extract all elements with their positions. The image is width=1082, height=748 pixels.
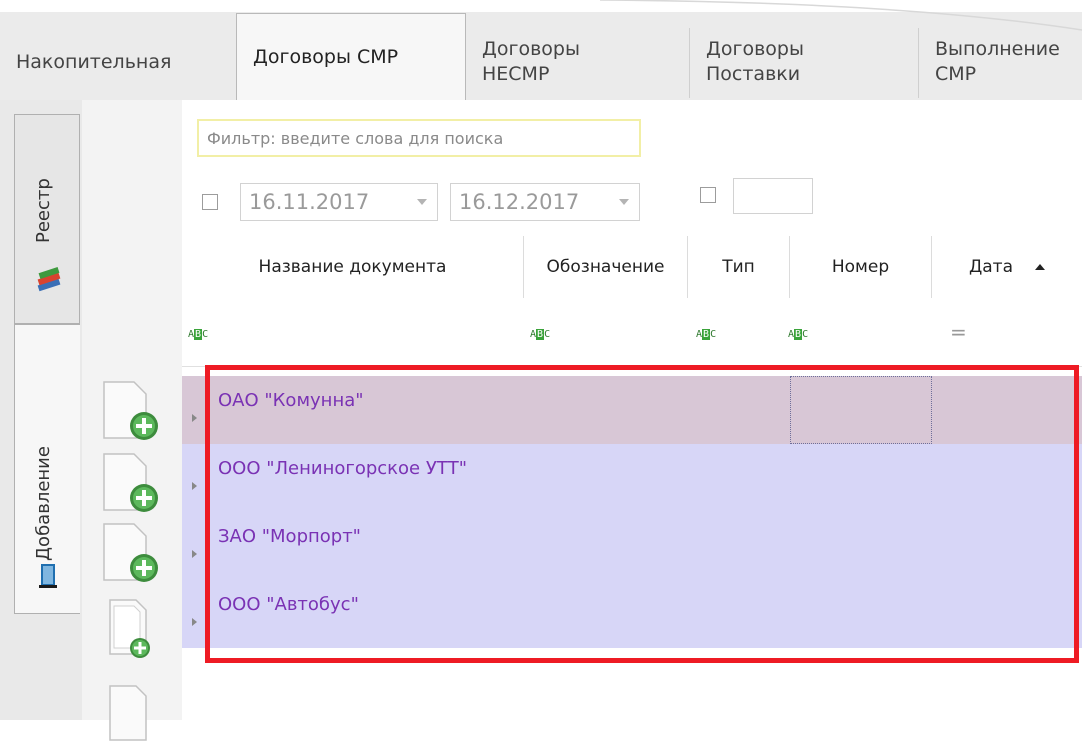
abc-filter-icon[interactable]: ABC (530, 329, 550, 340)
abc-filter-icon[interactable]: ABC (188, 329, 208, 340)
expand-row-icon[interactable] (192, 482, 197, 490)
tab-dogovory-smr[interactable]: Договоры СМР (236, 13, 466, 101)
table-row[interactable]: ОАО "Комунна" (182, 376, 1082, 444)
tab-label: Договоры СМР (253, 46, 399, 68)
window-top-strip (0, 0, 1082, 12)
row-document-name: ООО "Лениногорское УТТ" (218, 458, 468, 479)
date-filter-checkbox[interactable] (202, 194, 218, 210)
date-to-field[interactable]: 16.12.2017 (450, 183, 640, 221)
tab-dogovory-postavki[interactable]: Договоры Поставки (690, 24, 908, 100)
row-document-name: ЗАО "Морпорт" (218, 526, 361, 547)
chevron-down-icon[interactable] (619, 199, 629, 205)
column-header-label: Номер (831, 257, 890, 277)
tab-label: Выполнение СМР (935, 38, 1060, 85)
tab-nakopitelnaya[interactable]: Накопительная (0, 24, 234, 100)
equals-filter-icon[interactable]: = (950, 320, 967, 344)
row-document-name: ОАО "Комунна" (218, 390, 364, 411)
date-from-value: 16.11.2017 (249, 190, 370, 214)
table-row[interactable]: ООО "Лениногорское УТТ" (182, 444, 1082, 512)
extra-filter-input[interactable] (733, 178, 813, 214)
abc-filter-icon[interactable]: ABC (788, 329, 808, 340)
tab-label: Накопительная (16, 50, 172, 73)
row-document-name: ООО "Автобус" (218, 594, 359, 615)
tab-dogovory-nesmr[interactable]: Договоры НЕСМР (466, 24, 688, 100)
add-document-icon[interactable] (100, 452, 160, 516)
search-filter-input[interactable]: Фильтр: введите слова для поиска (197, 119, 641, 157)
chevron-down-icon[interactable] (417, 199, 427, 205)
auto-filter-row: ABC ABC ABC ABC = (182, 298, 1082, 367)
table-row[interactable]: ЗАО "Морпорт" (182, 512, 1082, 580)
expand-row-icon[interactable] (192, 550, 197, 558)
sort-ascending-icon (1035, 264, 1046, 270)
column-header-number[interactable]: Номер (790, 236, 932, 298)
extra-filter-checkbox[interactable] (700, 187, 716, 203)
column-header-label: Название документа (258, 257, 447, 277)
add-document-icon[interactable] (100, 522, 160, 586)
column-header-date[interactable]: Дата (932, 236, 1082, 298)
focused-cell (790, 376, 932, 444)
table-row[interactable]: ООО "Автобус" (182, 580, 1082, 648)
tab-vypolnenie-smr[interactable]: Выполнение СМР (919, 24, 1082, 100)
add-document-icon[interactable] (100, 598, 160, 662)
expand-row-icon[interactable] (192, 414, 197, 422)
add-document-icon[interactable] (100, 380, 160, 444)
expand-row-icon[interactable] (192, 618, 197, 626)
column-header-label: Обозначение (546, 257, 665, 277)
grid-header: Название документа Обозначение Тип Номер… (182, 236, 1082, 299)
abc-filter-icon[interactable]: ABC (696, 329, 716, 340)
add-document-icon[interactable] (100, 684, 160, 748)
side-tab-reestr[interactable]: Реестр (14, 114, 80, 324)
column-header-type[interactable]: Тип (688, 236, 790, 298)
date-from-field[interactable]: 16.11.2017 (240, 183, 438, 221)
side-tab-label: Добавление (33, 446, 54, 561)
column-header-designation[interactable]: Обозначение (524, 236, 688, 298)
book-add-icon (39, 564, 57, 588)
column-header-label: Дата (968, 257, 1014, 277)
date-to-value: 16.12.2017 (459, 190, 580, 214)
books-icon (37, 267, 61, 292)
side-tab-label: Реестр (33, 178, 54, 243)
tab-label: Договоры НЕСМР (482, 38, 580, 85)
column-header-name[interactable]: Название документа (182, 236, 524, 298)
column-header-label: Тип (722, 257, 755, 277)
side-tab-dobavlenie[interactable]: Добавление (14, 324, 80, 614)
tab-bar: Накопительная Договоры СМР Договоры НЕСМ… (0, 12, 1082, 101)
tab-label: Договоры Поставки (706, 38, 804, 85)
